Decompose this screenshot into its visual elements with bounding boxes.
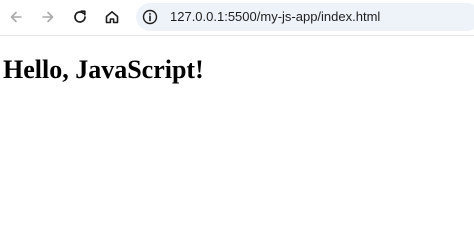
arrow-left-icon: [10, 11, 22, 23]
page-content: Hello, JavaScript!: [0, 37, 474, 200]
home-button[interactable]: [100, 5, 124, 29]
page-heading: Hello, JavaScript!: [3, 55, 204, 84]
browser-toolbar: 127.0.0.1:5500/my-js-app/index.html: [0, 0, 474, 36]
info-circle-icon[interactable]: [142, 9, 158, 25]
reload-button[interactable]: [68, 5, 92, 29]
address-bar[interactable]: 127.0.0.1:5500/my-js-app/index.html: [136, 3, 474, 31]
reload-icon: [74, 10, 86, 23]
arrow-right-icon: [42, 11, 54, 23]
home-icon: [105, 11, 119, 24]
url-text[interactable]: 127.0.0.1:5500/my-js-app/index.html: [170, 9, 380, 25]
back-button[interactable]: [4, 5, 28, 29]
forward-button[interactable]: [36, 5, 60, 29]
